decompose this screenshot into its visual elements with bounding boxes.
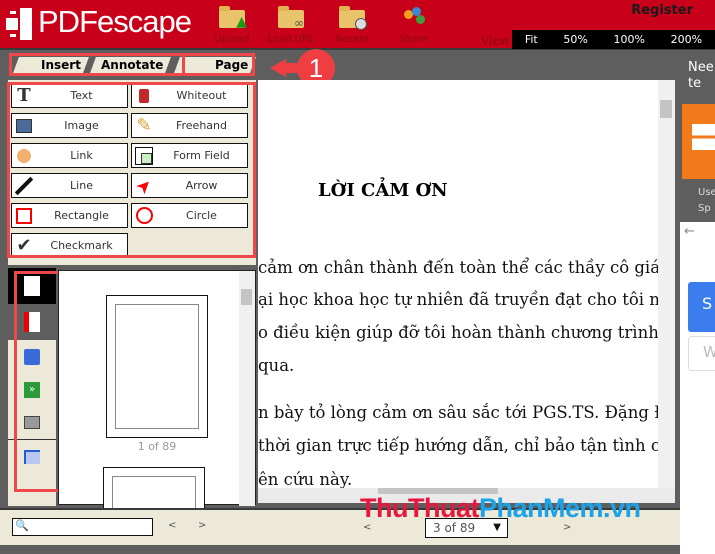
document-line: o điều kiện giúp đỡ tôi hoàn thành chươn… (258, 323, 658, 342)
share-button[interactable]: Share (388, 6, 438, 45)
ad-secondary-button[interactable]: W (688, 336, 715, 371)
upload-label: Upload (214, 34, 250, 45)
app-header: PDFescape ▲ Upload ∞ Load URL Recent Share… (0, 0, 715, 50)
thumb-prev-button[interactable]: < (168, 520, 176, 531)
document-line: cảm ơn chân thành đến toàn thể các thầy … (258, 258, 658, 277)
page-thumbnail-1[interactable] (106, 295, 208, 438)
document-line: thời gian trực tiếp hướng dẫn, chỉ bảo t… (258, 436, 658, 455)
watermark-part1: ThuThuat (360, 493, 479, 523)
document-line: qua. (258, 356, 295, 375)
upload-button[interactable]: ▲ Upload (207, 6, 257, 45)
ad-subtext: Use Sp (698, 187, 715, 214)
load-url-button[interactable]: ∞ Load URL (266, 6, 316, 45)
register-link[interactable]: Register (631, 3, 693, 18)
link-folder-icon: ∞ (276, 6, 306, 30)
thumbnail-panel: 1 of 89 (58, 270, 256, 527)
upload-folder-icon: ▲ (217, 6, 247, 30)
watermark-part2: PhanMem.vn (478, 493, 641, 523)
clock-folder-icon (337, 6, 367, 30)
zoom-bar: Fit 50% 100% 200% (512, 30, 715, 49)
zoom-200[interactable]: 200% (671, 33, 702, 46)
load-url-label: Load URL (267, 34, 315, 45)
callout-box-sidebar (14, 271, 64, 492)
document-vertical-scrollbar[interactable] (658, 80, 675, 500)
recent-button[interactable]: Recent (327, 6, 377, 45)
thumb-next-button[interactable]: > (198, 520, 206, 531)
pdfescape-logo-icon (6, 8, 32, 40)
ad-primary-button[interactable]: S (688, 282, 715, 332)
recent-label: Recent (334, 34, 370, 45)
ad-panel: Nee te Use Sp ← S W (680, 52, 715, 554)
zoom-50[interactable]: 50% (563, 33, 587, 46)
view-label: View (481, 34, 510, 48)
callout-box-tabs (9, 53, 185, 76)
share-label: Share (398, 34, 428, 45)
search-icon: 🔍 (15, 519, 29, 532)
search-input[interactable]: 🔍 (12, 518, 153, 536)
document-line: ại học khoa học tự nhiên đã truyền đạt c… (258, 290, 658, 309)
thumbnail-caption: 1 of 89 (137, 440, 177, 453)
scroll-thumb[interactable] (660, 100, 672, 118)
zoom-fit[interactable]: Fit (525, 33, 538, 46)
ad-content: ← S W (680, 222, 715, 554)
thumbnail-scrollbar[interactable] (239, 271, 255, 506)
document-line: n bày tỏ lòng cảm ơn sâu sắc tới PGS.TS.… (258, 403, 658, 422)
document-line: ên cứu này. (258, 470, 353, 489)
document-title: LỜI CẢM ƠN (318, 180, 448, 201)
document-view[interactable]: LỜI CẢM ƠN cảm ơn chân thành đến toàn th… (258, 80, 658, 500)
users-icon (398, 6, 428, 30)
windows-logo-icon (682, 104, 715, 179)
app-logo[interactable]: PDFescape (38, 4, 192, 40)
back-arrow-icon[interactable]: ← (684, 224, 695, 239)
watermark: ThuThuatPhanMem.vn (360, 493, 641, 524)
callout-box-tools (7, 82, 256, 258)
callout-box-tabs-2 (180, 53, 255, 76)
zoom-100[interactable]: 100% (614, 33, 645, 46)
ad-heading: Nee te (688, 60, 714, 91)
